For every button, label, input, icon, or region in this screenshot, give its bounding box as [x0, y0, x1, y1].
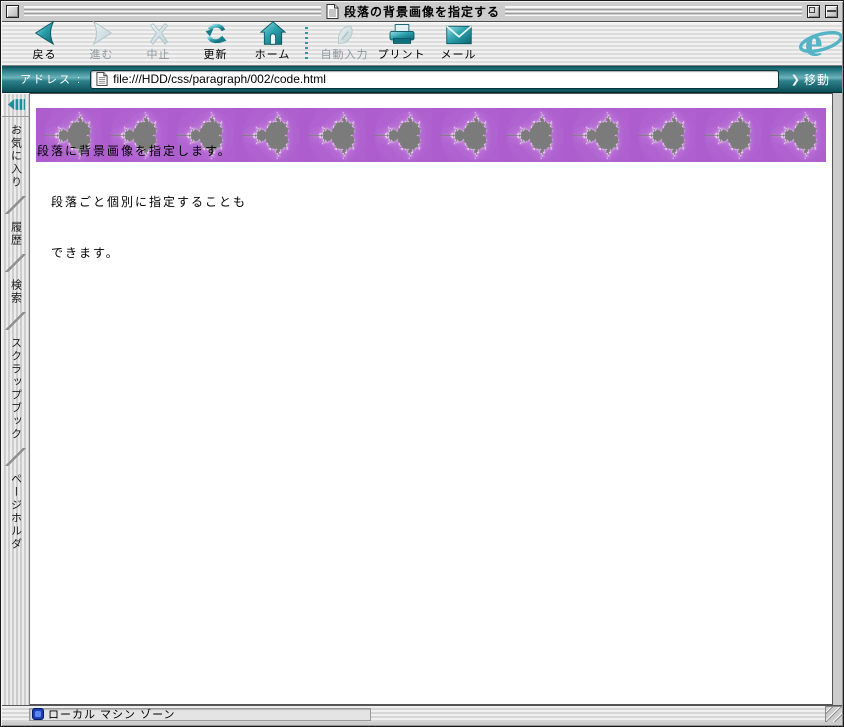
- back-label: 戻る: [32, 49, 57, 61]
- stop-label: 中止: [146, 49, 171, 61]
- zoom-box[interactable]: [807, 5, 821, 18]
- go-button[interactable]: ❯ 移動: [787, 71, 834, 88]
- autofill-icon: [332, 22, 358, 46]
- sidebar-tab-scrapbook[interactable]: スクラップブック: [8, 330, 24, 448]
- sidebar-collapse-icon: [7, 98, 25, 111]
- e-logo-letter: e: [805, 21, 823, 63]
- print-label: プリント: [377, 49, 426, 61]
- sidebar-tab-pageholder[interactable]: ページホルダ: [8, 466, 24, 558]
- document-icon: [326, 4, 339, 19]
- refresh-icon: [202, 20, 230, 46]
- titlebar-stripes-right[interactable]: [505, 6, 803, 17]
- main-area: お気に入り 履歴 検索 スクラップブック ページホルダ 段落に背景画像を指定しま…: [2, 93, 842, 705]
- window-title: 段落の背景画像を指定する: [344, 5, 501, 19]
- titlebar-stripes-left[interactable]: [24, 6, 321, 17]
- page-content: 段落に背景画像を指定します。 段落ごと個別に指定することも できます。: [30, 93, 833, 705]
- sidebar-tab-search[interactable]: 検索: [8, 272, 24, 312]
- mail-icon: [445, 24, 473, 46]
- paragraph-line: 段落ごと個別に指定することも: [37, 195, 248, 209]
- stop-icon: [145, 22, 173, 46]
- security-zone-icon: [32, 708, 44, 720]
- print-icon: [387, 22, 417, 46]
- toolbar-separator: [305, 27, 308, 61]
- paragraph-line: できます。: [37, 246, 120, 260]
- security-zone-label: ローカル マシン ゾーン: [48, 709, 176, 721]
- sidebar-collapse-button[interactable]: [2, 93, 29, 117]
- mail-label: メール: [440, 49, 477, 61]
- stop-button[interactable]: 中止: [130, 23, 187, 65]
- sidebar-tab-divider: [2, 312, 29, 330]
- toolbar: 戻る 進む 中止 更新 ホーム 自動入力 プリント メール e: [2, 19, 843, 68]
- paragraph-line: 段落に背景画像を指定します。: [37, 144, 232, 158]
- forward-button[interactable]: 進む: [73, 20, 130, 65]
- sidebar-tab-divider: [2, 196, 29, 214]
- sidebar-tab-history[interactable]: 履歴: [8, 214, 24, 254]
- title-bar: 段落の背景画像を指定する: [2, 2, 842, 22]
- home-button[interactable]: ホーム: [244, 20, 301, 65]
- autofill-button[interactable]: 自動入力: [316, 23, 373, 65]
- security-zone-area: ローカル マシン ゾーン: [29, 707, 371, 721]
- sidebar-tab-divider: [2, 448, 29, 466]
- print-button[interactable]: プリント: [373, 23, 430, 65]
- collapse-box-glyph: [827, 10, 837, 12]
- sidebar-tab-divider: [2, 254, 29, 272]
- browser-window: 段落の背景画像を指定する 戻る 進む 中止 更新 ホーム 自動入力 プリント メ…: [0, 0, 844, 727]
- address-field[interactable]: [90, 69, 779, 89]
- page-icon: [96, 72, 108, 86]
- address-bar: アドレス : ❯ 移動: [2, 66, 842, 93]
- forward-label: 進む: [89, 49, 114, 61]
- styled-paragraph: 段落に背景画像を指定します。 段落ごと個別に指定することも できます。: [36, 108, 826, 260]
- go-chevron-icon: ❯: [790, 73, 800, 86]
- collapse-box[interactable]: [825, 5, 839, 18]
- address-label: アドレス :: [20, 74, 83, 86]
- address-input[interactable]: [113, 72, 773, 86]
- paragraph-text: 段落に背景画像を指定します。 段落ごと個別に指定することも できます。: [37, 109, 247, 296]
- status-bar: ローカル マシン ゾーン: [2, 705, 842, 722]
- home-icon: [259, 20, 287, 46]
- close-box[interactable]: [6, 5, 19, 18]
- go-label: 移動: [803, 72, 830, 87]
- zoom-box-glyph: [809, 7, 816, 13]
- home-label: ホーム: [254, 49, 291, 61]
- back-icon: [30, 20, 60, 46]
- mail-button[interactable]: メール: [430, 23, 487, 65]
- refresh-button[interactable]: 更新: [187, 23, 244, 65]
- sidebar: お気に入り 履歴 検索 スクラップブック ページホルダ: [2, 93, 30, 705]
- resize-grip[interactable]: [825, 706, 842, 722]
- refresh-label: 更新: [203, 49, 228, 61]
- forward-icon: [87, 20, 117, 46]
- sidebar-tab-favorites[interactable]: お気に入り: [8, 117, 24, 196]
- internet-explorer-logo: e: [798, 19, 843, 68]
- back-button[interactable]: 戻る: [16, 20, 73, 65]
- autofill-label: 自動入力: [320, 49, 369, 61]
